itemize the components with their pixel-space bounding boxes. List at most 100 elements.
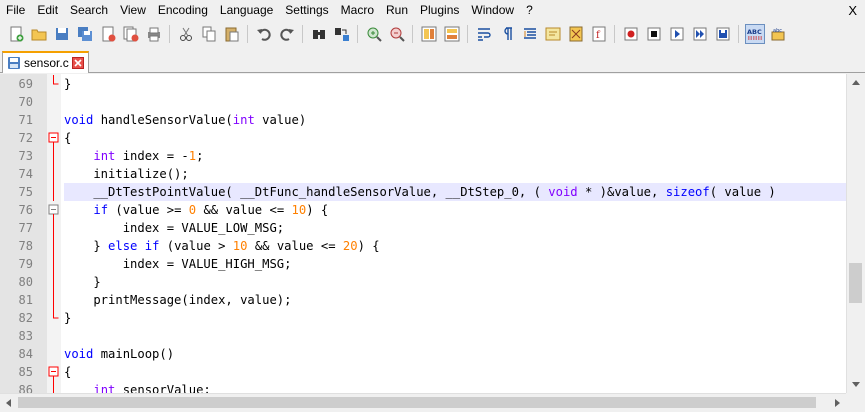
print-icon[interactable] — [144, 24, 164, 44]
code-text[interactable] — [64, 327, 846, 345]
code-line[interactable]: 84 void mainLoop() — [0, 345, 846, 363]
show-all-chars-icon[interactable] — [497, 24, 517, 44]
vertical-scroll-thumb[interactable] — [849, 263, 862, 303]
scroll-right-arrow-icon[interactable] — [829, 394, 846, 411]
run-macro-multiple-icon[interactable] — [690, 24, 710, 44]
new-file-icon[interactable] — [6, 24, 26, 44]
menu-search[interactable]: Search — [64, 0, 114, 21]
sync-horizontal-icon[interactable] — [442, 24, 462, 44]
dictionary-icon[interactable]: abc — [768, 24, 788, 44]
horizontal-scroll-thumb[interactable] — [18, 397, 816, 408]
tab-sensor-c[interactable]: sensor.c — [2, 51, 89, 73]
playback-macro-icon[interactable] — [667, 24, 687, 44]
paste-icon[interactable] — [222, 24, 242, 44]
code-line[interactable]: 82} — [0, 309, 846, 327]
line-number: 82 — [18, 311, 33, 325]
code-text[interactable]: if (value >= 0 && value <= 10) { — [64, 201, 846, 219]
redo-icon[interactable] — [277, 24, 297, 44]
code-text[interactable]: void handleSensorValue(int value) — [64, 111, 846, 129]
horizontal-scrollbar[interactable] — [0, 393, 846, 410]
code-text[interactable]: } else if (value > 10 && value <= 20) { — [64, 237, 846, 255]
menu-view[interactable]: View — [114, 0, 152, 21]
save-macro-icon[interactable] — [713, 24, 733, 44]
code-editor[interactable]: 69} 70 71 void handleSensorValue(int value)… — [0, 74, 846, 393]
menu-window[interactable]: Window — [465, 0, 520, 21]
menu-settings[interactable]: Settings — [279, 0, 334, 21]
code-text[interactable]: { — [64, 129, 846, 147]
toolbar-separator — [614, 25, 615, 43]
tab-close-icon[interactable] — [71, 57, 84, 69]
code-text[interactable]: } — [64, 309, 846, 327]
find-icon[interactable] — [309, 24, 329, 44]
code-line[interactable]: 86 int sensorValue; — [0, 381, 846, 393]
menu-edit[interactable]: Edit — [31, 0, 64, 21]
code-text[interactable]: index = VALUE_LOW_MSG; — [64, 219, 846, 237]
code-text[interactable]: void mainLoop() — [64, 345, 846, 363]
fold-toggle-icon[interactable] — [47, 201, 61, 219]
zoom-in-icon[interactable] — [364, 24, 384, 44]
fold-guide — [47, 381, 61, 393]
code-line[interactable]: 81 printMessage(index, value); — [0, 291, 846, 309]
close-all-icon[interactable] — [121, 24, 141, 44]
indent-guide-icon[interactable] — [520, 24, 540, 44]
menu-run[interactable]: Run — [380, 0, 414, 21]
code-line[interactable]: 71 void handleSensorValue(int value) — [0, 111, 846, 129]
code-line[interactable]: 74 initialize(); — [0, 165, 846, 183]
user-defined-language-icon[interactable] — [543, 24, 563, 44]
record-macro-icon[interactable] — [621, 24, 641, 44]
replace-icon[interactable] — [332, 24, 352, 44]
code-line[interactable]: 77 index = VALUE_LOW_MSG; — [0, 219, 846, 237]
code-line[interactable]: 70 — [0, 93, 846, 111]
open-file-icon[interactable] — [29, 24, 49, 44]
word-wrap-icon[interactable] — [474, 24, 494, 44]
zoom-out-icon[interactable] — [387, 24, 407, 44]
code-line[interactable]: 75 __DtTestPointValue( __DtFunc_handleSe… — [0, 183, 846, 201]
code-line[interactable]: 73 int index = -1; — [0, 147, 846, 165]
fold-toggle-icon[interactable] — [47, 363, 61, 381]
menu-help[interactable]: ? — [520, 0, 539, 21]
cut-icon[interactable] — [176, 24, 196, 44]
code-text[interactable]: index = VALUE_HIGH_MSG; — [64, 255, 846, 273]
line-number: 79 — [18, 257, 33, 271]
code-text[interactable]: { — [64, 363, 846, 381]
function-list-icon[interactable]: f — [589, 24, 609, 44]
code-text[interactable]: int sensorValue; — [64, 381, 846, 393]
menu-encoding[interactable]: Encoding — [152, 0, 214, 21]
code-text[interactable]: printMessage(index, value); — [64, 291, 846, 309]
stop-macro-icon[interactable] — [644, 24, 664, 44]
save-all-icon[interactable] — [75, 24, 95, 44]
copy-icon[interactable] — [199, 24, 219, 44]
menu-plugins[interactable]: Plugins — [414, 0, 465, 21]
code-line[interactable]: 78 } else if (value > 10 && value <= 20)… — [0, 237, 846, 255]
spell-check-icon[interactable]: ABC — [744, 24, 765, 44]
code-text[interactable] — [64, 93, 846, 111]
fold-toggle-icon[interactable] — [47, 129, 61, 147]
close-document-button[interactable]: X — [848, 0, 857, 21]
scroll-down-arrow-icon[interactable] — [847, 376, 864, 393]
code-line[interactable]: 83 — [0, 327, 846, 345]
code-line[interactable]: 69} — [0, 75, 846, 93]
line-number: 71 — [18, 113, 33, 127]
code-line[interactable]: 80 } — [0, 273, 846, 291]
code-line[interactable]: 76 if (value >= 0 && value <= 10) { — [0, 201, 846, 219]
code-line[interactable]: 72 { — [0, 129, 846, 147]
scroll-up-arrow-icon[interactable] — [847, 74, 864, 91]
code-text[interactable]: int index = -1; — [64, 147, 846, 165]
save-icon[interactable] — [52, 24, 72, 44]
menu-language[interactable]: Language — [214, 0, 279, 21]
fold-guide — [47, 219, 61, 237]
menu-file[interactable]: File — [0, 0, 31, 21]
undo-icon[interactable] — [254, 24, 274, 44]
code-line[interactable]: 85 { — [0, 363, 846, 381]
sync-vertical-icon[interactable] — [419, 24, 439, 44]
scroll-left-arrow-icon[interactable] — [0, 394, 17, 411]
menu-macro[interactable]: Macro — [335, 0, 380, 21]
code-text[interactable]: } — [64, 273, 846, 291]
doc-map-icon[interactable] — [566, 24, 586, 44]
close-icon[interactable] — [98, 24, 118, 44]
code-text[interactable]: } — [64, 75, 846, 93]
code-line[interactable]: 79 index = VALUE_HIGH_MSG; — [0, 255, 846, 273]
vertical-scrollbar[interactable] — [846, 74, 863, 393]
code-text[interactable]: initialize(); — [64, 165, 846, 183]
code-text[interactable]: __DtTestPointValue( __DtFunc_handleSenso… — [64, 183, 846, 201]
